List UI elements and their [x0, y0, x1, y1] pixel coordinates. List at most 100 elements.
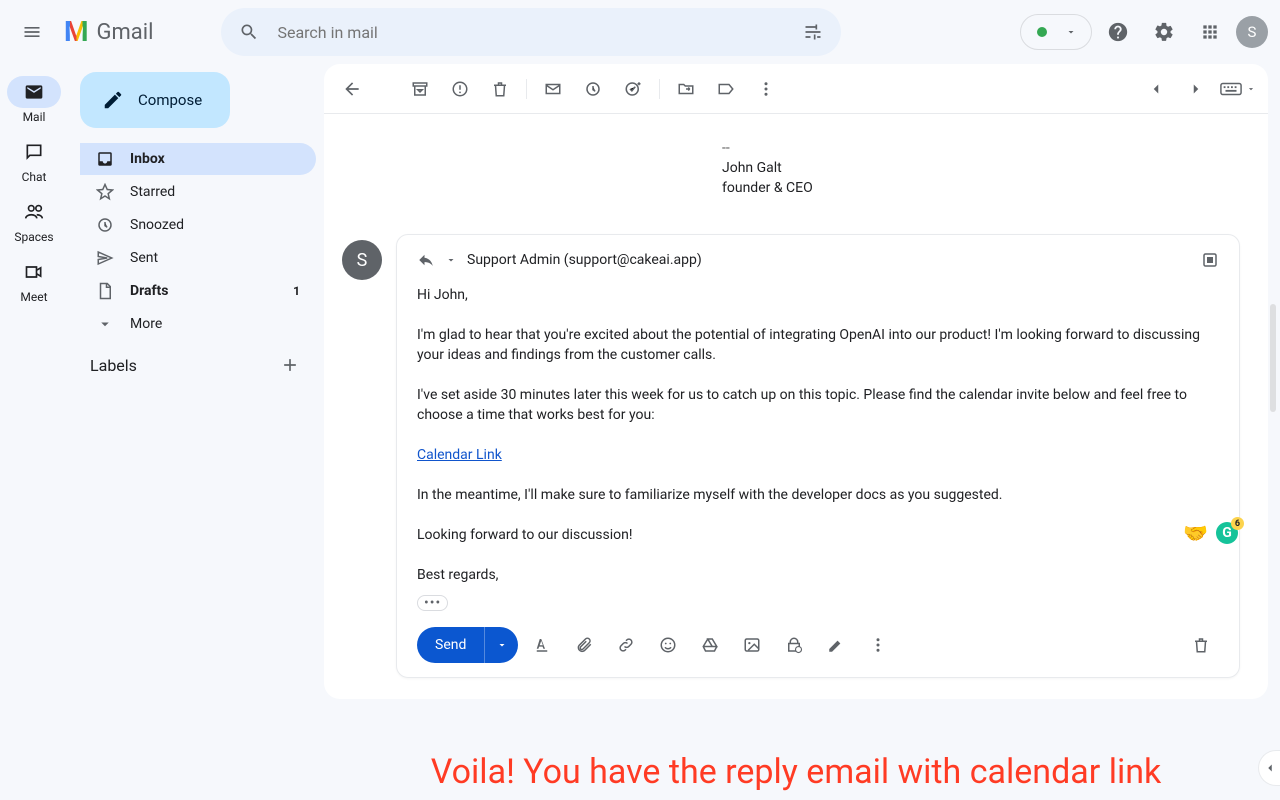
chevron-left-icon [1263, 761, 1277, 775]
archive-icon [411, 80, 429, 98]
add-task-button[interactable] [613, 69, 653, 109]
gear-icon [1153, 21, 1175, 43]
mini-nav-meet[interactable]: Meet [7, 256, 61, 304]
lock-clock-icon [785, 636, 803, 654]
tune-icon [803, 22, 823, 42]
compose-button[interactable]: Compose [80, 72, 230, 128]
gmail-logo[interactable]: M Gmail [64, 18, 153, 46]
status-pill[interactable] [1020, 14, 1092, 50]
app-header: M Gmail S [0, 0, 1280, 64]
reply-type-dropdown[interactable] [445, 254, 457, 266]
main-menu-button[interactable] [12, 12, 52, 52]
status-active-icon [1037, 27, 1047, 37]
emoji-icon [659, 636, 677, 654]
quoted-sig-dashes: -- [722, 138, 1268, 158]
search-button[interactable] [229, 12, 269, 52]
mini-nav: Mail Chat Spaces Meet [0, 64, 68, 800]
popout-icon [1201, 251, 1219, 269]
sidebar-item-drafts[interactable]: Drafts 1 [80, 275, 316, 307]
chevron-down-icon [96, 315, 114, 333]
clock-icon [584, 80, 602, 98]
search-icon [239, 22, 259, 42]
plus-icon [280, 355, 300, 375]
sidebar-item-starred[interactable]: Starred [80, 176, 316, 208]
search-input[interactable] [269, 23, 793, 42]
send-icon [96, 249, 114, 267]
show-trimmed-button[interactable]: ••• [417, 595, 448, 611]
compose-body[interactable]: Hi John, I'm glad to hear that you're ex… [417, 285, 1219, 613]
sidebar-item-more[interactable]: More [80, 308, 316, 340]
snooze-button[interactable] [573, 69, 613, 109]
calendar-link[interactable]: Calendar Link [417, 447, 502, 463]
draft-icon [96, 282, 114, 300]
popout-button[interactable] [1201, 251, 1219, 269]
support-button[interactable] [1098, 12, 1138, 52]
scrollbar-thumb[interactable] [1270, 304, 1276, 412]
emoji-button[interactable] [650, 627, 686, 663]
grammarly-badge: 6 [1231, 517, 1244, 530]
add-label-button[interactable] [280, 355, 300, 375]
drive-button[interactable] [692, 627, 728, 663]
product-name: Gmail [97, 20, 154, 45]
grammarly-icon[interactable]: G6 [1216, 522, 1238, 544]
formatting-button[interactable] [524, 627, 560, 663]
more-actions-button[interactable] [746, 69, 786, 109]
quoted-sig-title: founder & CEO [722, 178, 1268, 198]
caret-down-icon [1065, 26, 1077, 38]
attachment-icon [575, 636, 593, 654]
message-toolbar [324, 64, 1268, 114]
apps-button[interactable] [1190, 12, 1230, 52]
chevron-right-icon [1187, 80, 1205, 98]
search-options-button[interactable] [793, 12, 833, 52]
insert-link-button[interactable] [608, 627, 644, 663]
more-vert-icon [757, 80, 775, 98]
archive-button[interactable] [400, 69, 440, 109]
add-task-icon [624, 80, 642, 98]
hamburger-icon [22, 22, 42, 42]
settings-button[interactable] [1144, 12, 1184, 52]
reply-type-button[interactable] [417, 251, 435, 269]
sender-avatar: S [342, 240, 382, 280]
folder-move-icon [677, 80, 695, 98]
sidebar-item-inbox[interactable]: Inbox [80, 143, 316, 175]
input-tools-button[interactable] [1216, 69, 1260, 109]
labels-heading-row: Labels [80, 341, 316, 375]
compose-label: Compose [138, 91, 202, 109]
send-options-button[interactable] [484, 627, 518, 663]
mini-nav-mail[interactable]: Mail [7, 76, 61, 124]
quoted-sig-name: John Galt [722, 158, 1268, 178]
send-button[interactable]: Send [417, 627, 518, 663]
discard-draft-button[interactable] [1183, 627, 1219, 663]
trash-icon [491, 80, 509, 98]
insert-photo-button[interactable] [734, 627, 770, 663]
attach-button[interactable] [566, 627, 602, 663]
back-button[interactable] [332, 69, 372, 109]
confidential-button[interactable] [776, 627, 812, 663]
main-area: -- John Galt founder & CEO S Support Adm… [324, 64, 1268, 800]
handshake-icon[interactable]: 🤝 [1183, 521, 1208, 545]
mini-nav-spaces[interactable]: Spaces [7, 196, 61, 244]
gmail-m-icon: M [64, 18, 89, 46]
search-bar[interactable] [221, 8, 841, 56]
keyboard-icon [1220, 82, 1242, 96]
mini-nav-chat[interactable]: Chat [7, 136, 61, 184]
signature-button[interactable] [818, 627, 854, 663]
newer-button[interactable] [1136, 69, 1176, 109]
labels-button[interactable] [706, 69, 746, 109]
older-button[interactable] [1176, 69, 1216, 109]
mark-unread-button[interactable] [533, 69, 573, 109]
recipient-line[interactable]: Support Admin (support@cakeai.app) [467, 252, 702, 268]
move-to-button[interactable] [666, 69, 706, 109]
extension-icons: 🤝 G6 [1183, 521, 1238, 545]
mail-icon [544, 80, 562, 98]
star-icon [96, 183, 114, 201]
labels-heading: Labels [90, 356, 137, 375]
account-avatar[interactable]: S [1236, 16, 1268, 48]
compose-more-button[interactable] [860, 627, 896, 663]
sidebar-item-sent[interactable]: Sent [80, 242, 316, 274]
delete-button[interactable] [480, 69, 520, 109]
sidebar-item-snoozed[interactable]: Snoozed [80, 209, 316, 241]
link-icon [617, 636, 635, 654]
spam-button[interactable] [440, 69, 480, 109]
inbox-icon [96, 150, 114, 168]
